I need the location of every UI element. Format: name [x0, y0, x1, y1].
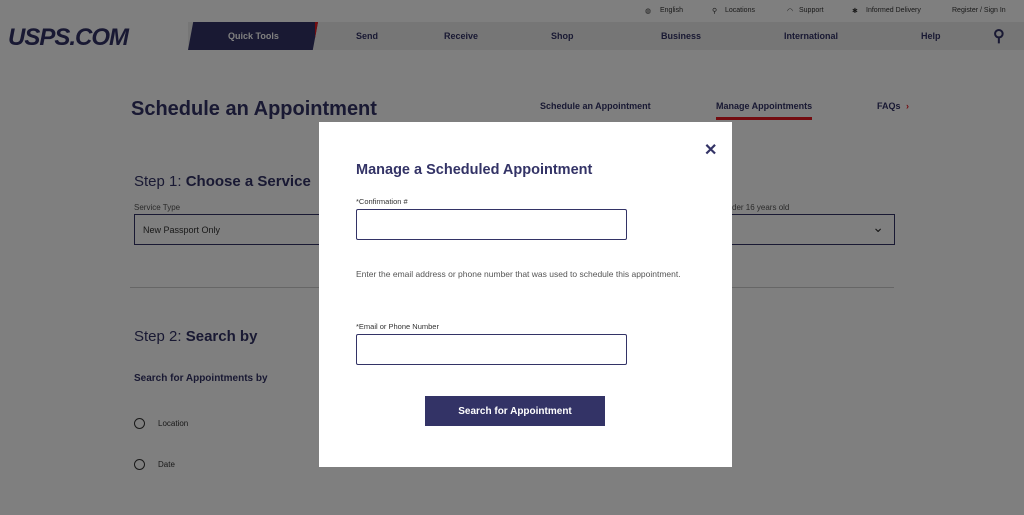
- email-phone-input[interactable]: [356, 334, 627, 365]
- close-icon[interactable]: ✕: [704, 140, 717, 160]
- manage-appointment-modal: ✕ Manage a Scheduled Appointment *Confir…: [319, 122, 732, 467]
- confirmation-label: *Confirmation #: [356, 197, 408, 206]
- instructions-text: Enter the email address or phone number …: [356, 269, 681, 279]
- search-appointment-button[interactable]: Search for Appointment: [425, 396, 605, 426]
- email-phone-label: *Email or Phone Number: [356, 322, 439, 331]
- confirmation-input[interactable]: [356, 209, 627, 240]
- modal-title: Manage a Scheduled Appointment: [356, 162, 593, 178]
